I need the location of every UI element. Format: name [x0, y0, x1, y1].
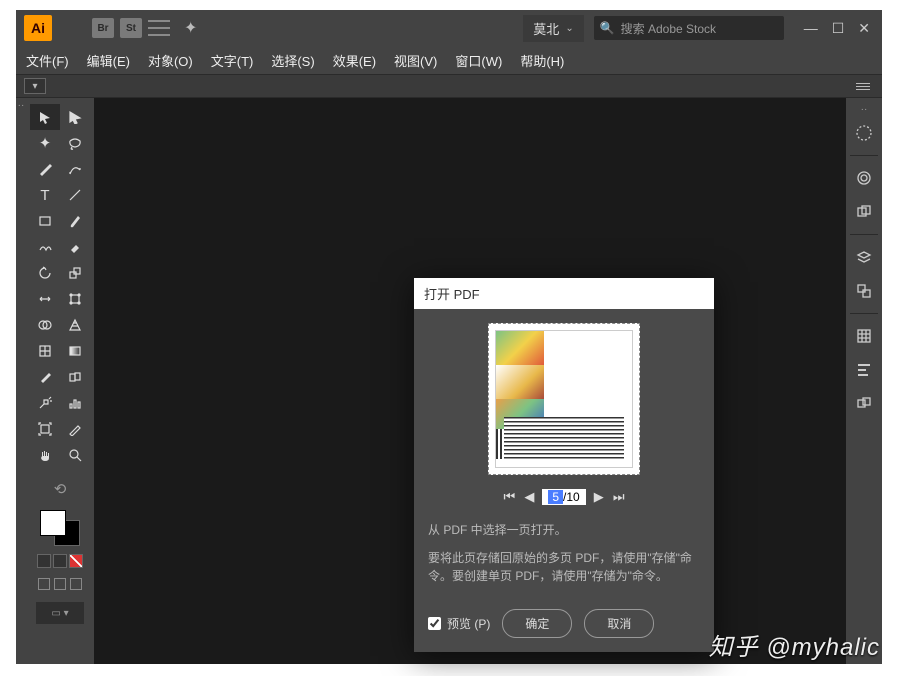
- rotate-tool[interactable]: [30, 260, 60, 286]
- search-placeholder: 搜索 Adobe Stock: [621, 20, 716, 37]
- chevron-down-icon: ⌄: [565, 23, 573, 34]
- search-icon: 🔍: [600, 21, 615, 35]
- menu-edit[interactable]: 编辑(E): [87, 51, 130, 70]
- page-navigator: ⏮ ◀ 5 /10 ▶ ⏭: [428, 489, 700, 505]
- stock-icon[interactable]: St: [120, 18, 142, 38]
- panel-grip-right[interactable]: ··: [859, 102, 869, 115]
- shaper-tool[interactable]: [30, 234, 60, 260]
- scale-tool[interactable]: [60, 260, 90, 286]
- control-dropdown[interactable]: ▾: [24, 78, 46, 94]
- rectangle-tool[interactable]: [30, 208, 60, 234]
- preview-checkbox[interactable]: 预览 (P): [428, 615, 490, 632]
- align-panel-icon[interactable]: [849, 354, 879, 386]
- properties-panel-icon[interactable]: [849, 117, 879, 149]
- pathfinder-panel-icon[interactable]: [849, 388, 879, 420]
- none-mode[interactable]: [69, 554, 83, 568]
- color-mode[interactable]: [37, 554, 51, 568]
- page-number-input[interactable]: 5 /10: [542, 489, 585, 505]
- dialog-instruction: 从 PDF 中选择一页打开。: [428, 521, 700, 539]
- lasso-tool[interactable]: [60, 130, 90, 156]
- hand-tool[interactable]: [30, 442, 60, 468]
- first-page-button[interactable]: ⏮: [502, 489, 516, 505]
- menu-object[interactable]: 对象(O): [148, 51, 193, 70]
- minimize-button[interactable]: —: [804, 20, 818, 37]
- menubar: 文件(F) 编辑(E) 对象(O) 文字(T) 选择(S) 效果(E) 视图(V…: [16, 46, 882, 74]
- free-transform-tool[interactable]: [60, 286, 90, 312]
- panel-grip-left[interactable]: ··: [16, 98, 26, 664]
- symbol-sprayer-tool[interactable]: [30, 390, 60, 416]
- menu-effect[interactable]: 效果(E): [333, 51, 376, 70]
- direct-selection-tool[interactable]: [60, 104, 90, 130]
- prev-page-button[interactable]: ◀: [522, 489, 536, 505]
- curvature-tool[interactable]: [60, 156, 90, 182]
- cancel-button[interactable]: 取消: [584, 609, 654, 638]
- titlebar: Ai Br St ✦ 莫北 ⌄ 🔍 搜索 Adobe Stock — ☐ ✕: [16, 10, 882, 46]
- eraser-tool[interactable]: [60, 234, 90, 260]
- gradient-tool[interactable]: [60, 338, 90, 364]
- magic-wand-tool[interactable]: ✦: [30, 130, 60, 156]
- user-name: 莫北: [533, 19, 559, 38]
- draw-normal[interactable]: [38, 578, 50, 590]
- arrange-icon[interactable]: [148, 20, 170, 36]
- grid-panel-icon[interactable]: [849, 320, 879, 352]
- layers-panel-icon[interactable]: [849, 241, 879, 273]
- shape-builder-tool[interactable]: [30, 312, 60, 338]
- app-logo: Ai: [24, 15, 52, 41]
- menu-help[interactable]: 帮助(H): [520, 51, 564, 70]
- gradient-mode[interactable]: [53, 554, 67, 568]
- paintbrush-tool[interactable]: [60, 208, 90, 234]
- line-tool[interactable]: [60, 182, 90, 208]
- fill-stroke-swatch[interactable]: [40, 510, 80, 546]
- pdf-thumbnail: [488, 323, 640, 475]
- draw-behind[interactable]: [54, 578, 66, 590]
- open-pdf-dialog: 打开 PDF ⏮ ◀ 5: [414, 278, 714, 652]
- total-pages: /10: [563, 490, 580, 504]
- menu-select[interactable]: 选择(S): [271, 51, 314, 70]
- zoom-tool[interactable]: [60, 442, 90, 468]
- cc-libraries-icon[interactable]: [849, 162, 879, 194]
- dialog-help-text: 要将此页存储回原始的多页 PDF，请使用"存储"命令。要创建单页 PDF，请使用…: [428, 549, 700, 585]
- screen-mode-button[interactable]: ▭ ▾: [36, 602, 84, 624]
- maximize-button[interactable]: ☐: [832, 20, 845, 37]
- selection-tool[interactable]: [30, 104, 60, 130]
- next-page-button[interactable]: ▶: [592, 489, 606, 505]
- width-tool[interactable]: [30, 286, 60, 312]
- preview-label: 预览 (P): [447, 615, 490, 632]
- right-dock: ··: [846, 98, 882, 664]
- current-page: 5: [548, 490, 563, 504]
- slice-tool[interactable]: [60, 416, 90, 442]
- canvas-area[interactable]: 打开 PDF ⏮ ◀ 5: [94, 98, 846, 664]
- search-input[interactable]: 🔍 搜索 Adobe Stock: [594, 16, 784, 40]
- close-button[interactable]: ✕: [858, 20, 870, 37]
- menu-type[interactable]: 文字(T): [211, 51, 254, 70]
- mesh-tool[interactable]: [30, 338, 60, 364]
- controlbar-menu-icon[interactable]: [852, 79, 874, 94]
- last-page-button[interactable]: ⏭: [612, 489, 626, 505]
- menu-view[interactable]: 视图(V): [394, 51, 437, 70]
- perspective-grid-tool[interactable]: [60, 312, 90, 338]
- dialog-title: 打开 PDF: [414, 278, 714, 309]
- menu-file[interactable]: 文件(F): [26, 51, 69, 70]
- toolbox: ✦ T: [26, 98, 94, 664]
- draw-inside[interactable]: [70, 578, 82, 590]
- column-graph-tool[interactable]: [60, 390, 90, 416]
- control-bar: ▾: [16, 74, 882, 98]
- workspace-switcher[interactable]: 莫北 ⌄: [523, 15, 583, 42]
- preview-checkbox-input[interactable]: [428, 617, 441, 630]
- menu-window[interactable]: 窗口(W): [455, 51, 502, 70]
- asset-export-icon[interactable]: [849, 275, 879, 307]
- blend-tool[interactable]: [60, 364, 90, 390]
- type-tool[interactable]: T: [30, 182, 60, 208]
- bridge-icon[interactable]: Br: [92, 18, 114, 38]
- eyedropper-tool[interactable]: [30, 364, 60, 390]
- rocket-icon[interactable]: ✦: [184, 18, 197, 38]
- ok-button[interactable]: 确定: [502, 609, 572, 638]
- toggle-fill-stroke[interactable]: ⟲: [45, 476, 75, 502]
- watermark: 知乎 @myhalic: [709, 627, 880, 662]
- artboard-tool[interactable]: [30, 416, 60, 442]
- fill-swatch[interactable]: [40, 510, 66, 536]
- pen-tool[interactable]: [30, 156, 60, 182]
- artboards-panel-icon[interactable]: [849, 196, 879, 228]
